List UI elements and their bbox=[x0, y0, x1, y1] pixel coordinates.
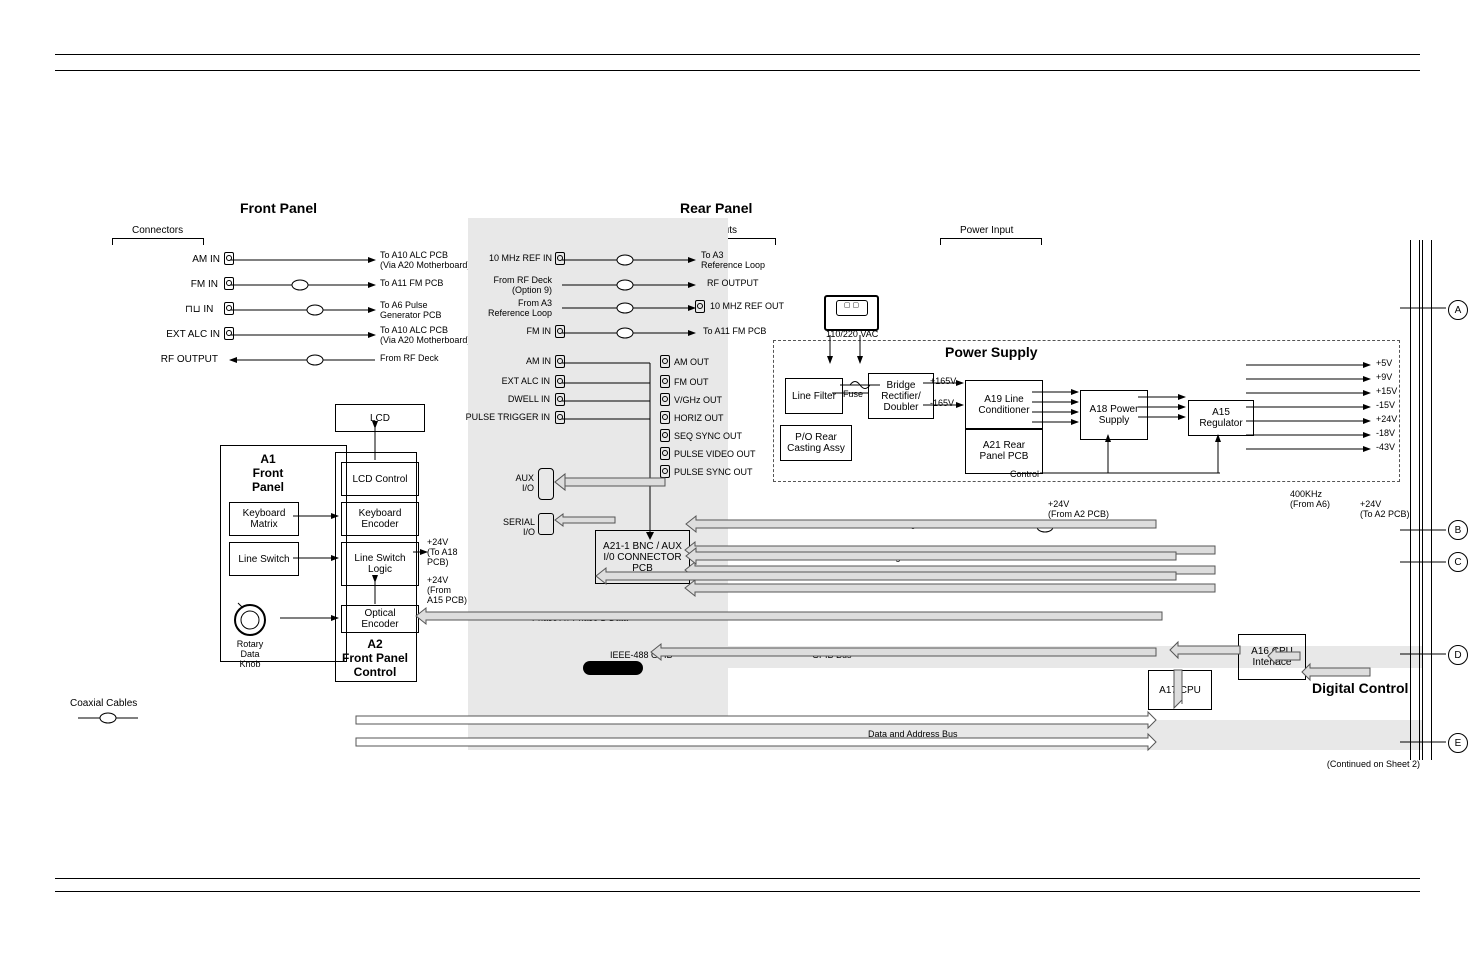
rear-panel-title: Rear Panel bbox=[680, 200, 752, 216]
ext-alc-dest: To A10 ALC PCB (Via A20 Motherboard) bbox=[380, 326, 470, 346]
bnc-icon bbox=[660, 393, 670, 406]
bnc-icon bbox=[660, 429, 670, 442]
brace-power-input bbox=[940, 238, 1042, 245]
brace-connectors bbox=[112, 238, 204, 245]
seq-out: SEQ SYNC OUT bbox=[674, 432, 742, 442]
front-panel-title: Front Panel bbox=[240, 200, 317, 216]
bnc-icon bbox=[660, 411, 670, 424]
rf-out-src: From RF Deck bbox=[380, 354, 439, 364]
rail-4: +24V bbox=[1376, 415, 1397, 425]
v24-from-a2: +24V (From A2 PCB) bbox=[1048, 500, 1109, 520]
from-a3: From A3 Reference Loop bbox=[480, 299, 552, 319]
rear-fm-in: FM IN bbox=[515, 327, 551, 337]
rule-bot bbox=[55, 878, 1420, 879]
rail-3: -15V bbox=[1376, 401, 1395, 411]
bnc-icon bbox=[660, 355, 670, 368]
bnc-icon bbox=[555, 325, 565, 338]
ref-in-dest: To A3 Reference Loop bbox=[701, 251, 765, 271]
ref-in: 10 MHz REF IN bbox=[480, 254, 552, 264]
fm-in-label: FM IN bbox=[188, 279, 218, 291]
connectors-label: Connectors bbox=[132, 225, 183, 237]
rear-dwell: DWELL IN bbox=[500, 395, 550, 405]
power-input-label: Power Input bbox=[960, 225, 1013, 237]
rear-am-in: AM IN bbox=[515, 357, 551, 367]
horiz-out: HORIZ OUT bbox=[674, 414, 724, 424]
pin-links bbox=[1400, 240, 1460, 780]
rf-deck: From RF Deck (Option 9) bbox=[480, 276, 552, 296]
coax-symbol bbox=[78, 710, 138, 726]
rule-bot2 bbox=[55, 891, 1420, 892]
fm-in-dest: To A11 FM PCB bbox=[380, 279, 443, 289]
rail-0: +5V bbox=[1376, 359, 1392, 369]
rear-fm-dest: To A11 FM PCB bbox=[703, 327, 766, 337]
coax-cables-label: Coaxial Cables bbox=[70, 698, 137, 710]
rear-pt-in: PULSE TRIGGER IN bbox=[460, 413, 550, 423]
bnc-icon bbox=[224, 252, 234, 265]
rf-out-label: RF OUTPUT bbox=[160, 354, 218, 366]
rail-2: +15V bbox=[1376, 387, 1397, 397]
am-out: AM OUT bbox=[674, 358, 709, 368]
rf-deck-dest: RF OUTPUT bbox=[707, 279, 759, 289]
k400: 400KHz (From A6) bbox=[1290, 490, 1330, 510]
bnc-icon bbox=[555, 411, 565, 424]
pulse-in-label: ⊓⊔ IN bbox=[185, 304, 213, 315]
rail-6: -43V bbox=[1376, 443, 1395, 453]
rail-1: +9V bbox=[1376, 373, 1392, 383]
block-diagram: Front Panel Rear Panel Connectors Inputs… bbox=[60, 180, 1420, 754]
bnc-icon bbox=[555, 252, 565, 265]
pvo-out: PULSE VIDEO OUT bbox=[674, 450, 756, 460]
ext-alc-label: EXT ALC IN bbox=[162, 329, 220, 341]
bnc-icon bbox=[555, 355, 565, 368]
bnc-icon bbox=[695, 300, 705, 313]
bnc-icon bbox=[224, 327, 234, 340]
bnc-icon bbox=[555, 393, 565, 406]
am-in-label: AM IN bbox=[190, 254, 220, 266]
rear-ext-alc: EXT ALC IN bbox=[494, 377, 550, 387]
continued: (Continued on Sheet 2) bbox=[1327, 760, 1420, 770]
from-a3-dest: 10 MHZ REF OUT bbox=[710, 302, 784, 312]
rail-5: -18V bbox=[1376, 429, 1395, 439]
aux-io-conn bbox=[538, 468, 554, 500]
cpu-arrows bbox=[1140, 610, 1400, 770]
bnc-icon bbox=[660, 447, 670, 460]
rule-top bbox=[55, 54, 1420, 55]
aux-io-label: AUX I/O bbox=[508, 474, 534, 494]
bnc-icon bbox=[660, 375, 670, 388]
bnc-icon bbox=[224, 277, 234, 290]
ac-plug: ▢ ▢ bbox=[824, 295, 879, 331]
fm-out: FM OUT bbox=[674, 378, 709, 388]
bnc-icon bbox=[224, 302, 234, 315]
bnc-icon bbox=[555, 375, 565, 388]
pulse-in-dest: To A6 Pulse Generator PCB bbox=[380, 301, 442, 321]
am-in-dest: To A10 ALC PCB (Via A20 Motherboard) bbox=[380, 251, 470, 271]
rule-top2 bbox=[55, 70, 1420, 71]
vghz-out: V/GHz OUT bbox=[674, 396, 722, 406]
